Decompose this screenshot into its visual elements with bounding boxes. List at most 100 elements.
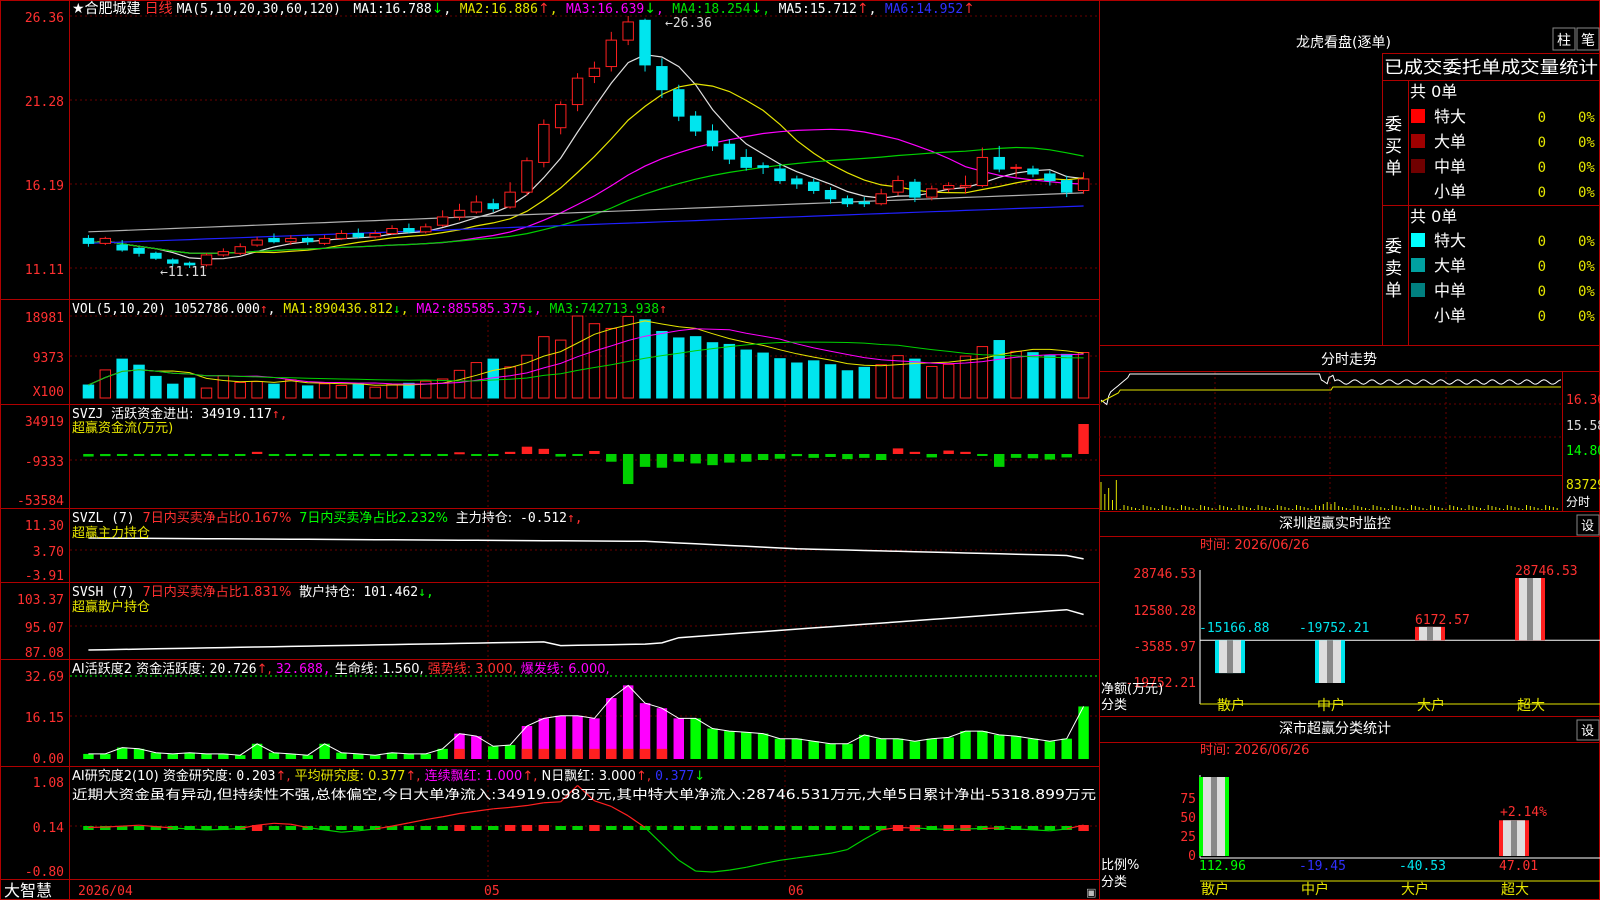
research-line-segment <box>678 859 696 872</box>
res-header: AI研究度2(10) 资金研究度: 0.203↑, 平均研究度: 0.377↑,… <box>72 768 705 784</box>
ma4-name: MA4: <box>672 2 703 17</box>
svzj-bar <box>369 453 381 456</box>
candle-body <box>403 228 415 233</box>
svzj-bar <box>1044 453 1056 460</box>
ma-line-2 <box>88 83 1084 254</box>
stock-terminal-canvas: 26.36 21.28 16.19 11.11 18981 9373 X100 … <box>0 0 1600 900</box>
volume-bar <box>436 378 449 399</box>
research-bar <box>133 826 145 830</box>
volume-bar <box>504 366 516 399</box>
sz-xlabel: 分类 <box>1101 698 1127 713</box>
research-bar <box>488 826 499 830</box>
volume-bar <box>318 383 331 399</box>
candlesticks <box>82 16 1090 268</box>
svsh-y-tick: 87.08 <box>25 646 64 661</box>
vol-ma1-value: 890436.812 <box>315 302 393 317</box>
research-line-segment <box>273 822 291 825</box>
svzj-bar <box>83 453 94 457</box>
research-bar <box>285 826 297 830</box>
volume-bar <box>942 363 955 399</box>
res-a2: ↑, <box>405 769 420 784</box>
ma2-value: 16.886 <box>491 2 538 17</box>
activity-bar <box>201 753 212 759</box>
candle-body <box>841 198 854 205</box>
vol-ma2-value: 885585.375 <box>448 302 526 317</box>
volume-bar <box>993 340 1005 399</box>
svzj-bar <box>116 453 128 456</box>
svzj-bar <box>1078 424 1089 454</box>
ma2-arrow: ↑ <box>538 1 550 17</box>
sz-class-settings-button[interactable]: 设 <box>1576 719 1600 741</box>
intraday-tag: 分时 <box>1566 495 1590 509</box>
candle-body <box>571 77 584 106</box>
lhb-row-pct: 0% <box>1578 309 1595 325</box>
x-label-jun: 06 <box>788 884 804 899</box>
candle-body <box>706 130 719 147</box>
svzj-bar <box>724 453 735 463</box>
candle-body <box>470 201 483 213</box>
lhb-bar-label: 柱 <box>1557 33 1571 49</box>
vol-ma3-arrow: ↑ <box>659 302 667 317</box>
brand-logo[interactable]: 大智慧 <box>4 881 52 900</box>
activity-bar <box>1027 738 1039 759</box>
candle-body <box>1077 178 1090 191</box>
research-line-segment <box>746 862 764 868</box>
volume-bar <box>301 385 314 399</box>
svzj-bar <box>673 453 684 462</box>
candle-body <box>858 201 871 205</box>
volume-bar <box>757 352 769 399</box>
svzj-bar <box>386 453 398 456</box>
ma6-name: MA6: <box>885 2 916 17</box>
lock-icon[interactable]: ▣ <box>1086 886 1096 899</box>
research-line-segment <box>408 818 426 824</box>
lhb-row-pct: 0% <box>1578 135 1595 151</box>
act-burst: 爆发线: 6.000, <box>521 661 610 677</box>
svzj-bar <box>622 453 634 485</box>
candle-body <box>521 160 533 193</box>
volume-bar <box>1060 353 1073 399</box>
svzj-bar <box>488 453 499 456</box>
buy-label-1: 委 <box>1385 115 1402 135</box>
sz-bar-category: 散户 <box>1217 697 1245 714</box>
vol-ma3-name: MA3: <box>549 302 580 317</box>
svzl-arrow: ↑, <box>567 511 583 526</box>
volume-bar <box>268 383 280 399</box>
volume-bars <box>82 315 1090 399</box>
lhb-row-count: 0 <box>1538 135 1546 151</box>
candle-body <box>824 189 837 200</box>
lhb-color-swatch <box>1411 233 1425 247</box>
research-line-segment <box>661 843 680 861</box>
sz-class-title: 深市超赢分类统计 <box>1279 720 1391 737</box>
svzj-label: 活跃资金进出: <box>111 406 193 422</box>
svzl-line <box>88 537 1084 560</box>
res-name: AI研究度2(10) <box>72 768 159 784</box>
research-bar <box>808 826 819 830</box>
szc-bar-category: 超大 <box>1501 882 1529 898</box>
svzj-bar <box>133 453 145 456</box>
lhb-tick-button[interactable]: 笔 <box>1576 27 1600 51</box>
svzj-bar <box>353 453 364 456</box>
research-bar <box>589 825 600 831</box>
candle-body <box>723 143 736 160</box>
candle-body <box>538 123 550 163</box>
ma6-value: 14.952 <box>916 2 963 17</box>
candle-body <box>285 237 297 243</box>
act-header: AI活跃度2 资金活跃度: 20.726↑, 32.688, 生命线: 1.56… <box>72 661 610 677</box>
lhb-bar-button[interactable]: 柱 <box>1552 27 1576 51</box>
svzj-bar <box>572 453 583 456</box>
volume-bar <box>1044 355 1056 399</box>
candle-body <box>689 115 702 132</box>
research-bar <box>741 826 752 830</box>
activity-bar <box>369 755 381 759</box>
candle-body <box>554 104 567 129</box>
res-y-tick: -0.80 <box>25 865 64 880</box>
activity-bar <box>909 741 921 759</box>
szc-xlabel: 分类 <box>1101 875 1127 890</box>
candle-body <box>1060 180 1073 193</box>
sz-monitor-settings-button[interactable]: 设 <box>1576 514 1600 536</box>
lhb-color-swatch <box>1411 159 1425 173</box>
sz-y-tick: -3585.97 <box>1133 640 1196 655</box>
volume-bar <box>217 375 230 399</box>
lhb-row-label: 特大 <box>1434 107 1466 126</box>
candle-body <box>605 39 618 68</box>
